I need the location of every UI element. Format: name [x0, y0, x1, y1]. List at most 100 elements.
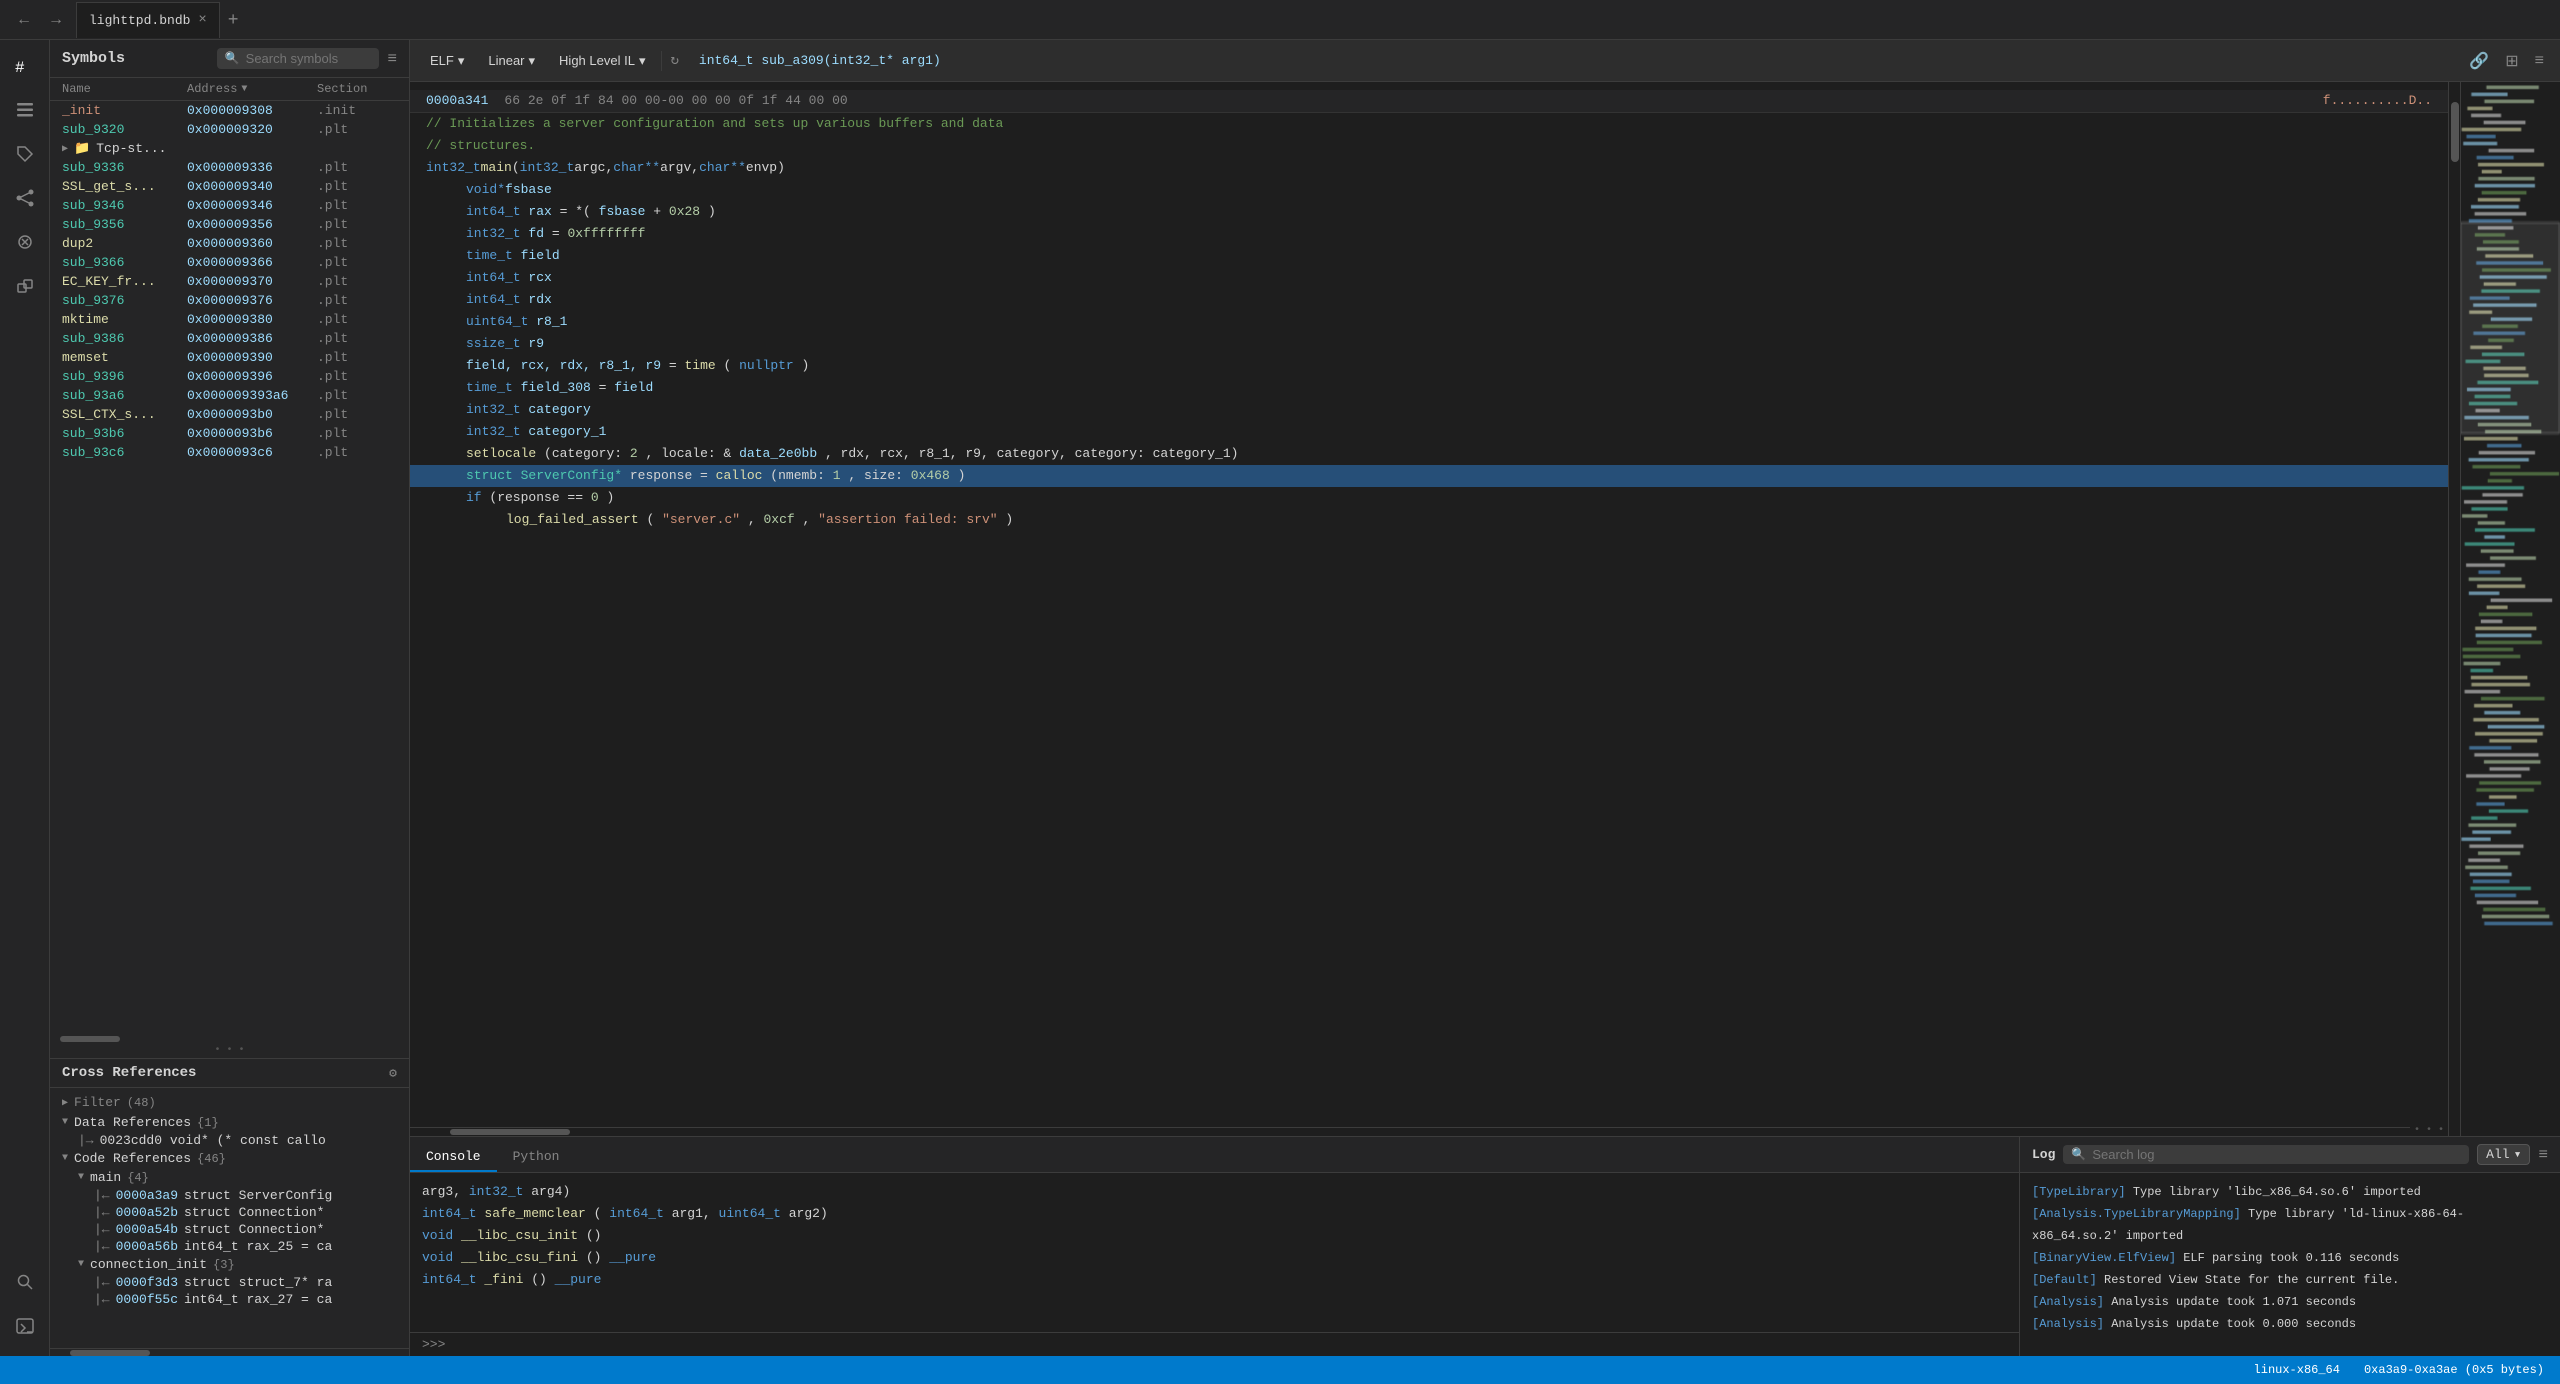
symbol-row-sub93c6[interactable]: sub_93c6 0x0000093c6 .plt	[50, 443, 409, 462]
sidebar-item-search[interactable]	[7, 1264, 43, 1300]
code-param2: argv,	[660, 158, 699, 178]
symbol-row-mktime[interactable]: mktime 0x000009380 .plt	[50, 310, 409, 329]
tab-lighttpd[interactable]: lighttpd.bndb ×	[76, 2, 220, 38]
cross-ref-settings-icon[interactable]: ⚙	[389, 1066, 397, 1081]
conn-ref-item-0[interactable]: |← 0000f3d3 struct struct_7* ra	[50, 1274, 409, 1291]
folder-row-tcp[interactable]: ▶ 📁 Tcp-st...	[50, 139, 409, 158]
sidebar-item-tag[interactable]	[7, 136, 43, 172]
tab-python[interactable]: Python	[497, 1143, 576, 1172]
xref-text: struct ServerConfig	[184, 1188, 332, 1203]
col-name-header[interactable]: Name	[62, 82, 187, 96]
link-icon-button[interactable]: 🔗	[2465, 47, 2493, 75]
data-ref-item-0[interactable]: |→ 0023cdd0 void* (* const callo	[50, 1132, 409, 1149]
symbol-row-memset[interactable]: memset 0x000009390 .plt	[50, 348, 409, 367]
refresh-icon[interactable]: ↻	[670, 52, 678, 69]
symbol-row-sub93a6[interactable]: sub_93a6 0x000009393a6 .plt	[50, 386, 409, 405]
tab-close-button[interactable]: ×	[198, 12, 206, 28]
log-search-box[interactable]: 🔍	[2063, 1145, 2469, 1164]
symbol-row-ssl-ctx[interactable]: SSL_CTX_s... 0x0000093b0 .plt	[50, 405, 409, 424]
symbols-search-input[interactable]	[246, 51, 372, 66]
cross-ref-content[interactable]: ▶ Filter (48) ▼ Data References {1} |→ 0…	[50, 1088, 409, 1348]
code-ref-item-0[interactable]: |← 0000a3a9 struct ServerConfig	[50, 1187, 409, 1204]
conn-ref-item-1[interactable]: |← 0000f55c int64_t rax_27 = ca	[50, 1291, 409, 1308]
log-tag: [Analysis]	[2032, 1317, 2104, 1331]
log-menu-button[interactable]: ≡	[2538, 1146, 2548, 1164]
code-hscroll-thumb[interactable]	[450, 1129, 570, 1135]
elf-dropdown-button[interactable]: ELF ▾	[422, 49, 472, 73]
symbols-list[interactable]: _init 0x000009308 .init sub_9320 0x00000…	[50, 101, 409, 1035]
console-content[interactable]: arg3, int32_t arg4) int64_t safe_memclea…	[410, 1173, 2019, 1332]
code-refs-header[interactable]: ▼ Code References {46}	[50, 1149, 409, 1168]
symbol-row-sub9366[interactable]: sub_9366 0x000009366 .plt	[50, 253, 409, 272]
folder-name: Tcp-st...	[96, 141, 166, 156]
filter-row[interactable]: ▶ Filter (48)	[50, 1092, 409, 1113]
symbol-row-sub9386[interactable]: sub_9386 0x000009386 .plt	[50, 329, 409, 348]
new-tab-button[interactable]: +	[220, 9, 247, 30]
symbol-row-sub9336[interactable]: sub_9336 0x000009336 .plt	[50, 158, 409, 177]
col-address-header[interactable]: Address ▼	[187, 82, 317, 96]
columns-icon-button[interactable]: ⊞	[2501, 47, 2522, 75]
log-text: ELF parsing took 0.116 seconds	[2183, 1251, 2399, 1265]
symbol-row-sub93b6[interactable]: sub_93b6 0x0000093b6 .plt	[50, 424, 409, 443]
code-ref-item-3[interactable]: |← 0000a56b int64_t rax_25 = ca	[50, 1238, 409, 1255]
cross-ref-hscrollbar[interactable]	[50, 1348, 409, 1356]
main-xref-header[interactable]: ▼ main {4}	[50, 1168, 409, 1187]
symbol-row-sub9396[interactable]: sub_9396 0x000009396 .plt	[50, 367, 409, 386]
log-search-input[interactable]	[2092, 1147, 2461, 1162]
code-line-calloc[interactable]: struct ServerConfig* response = calloc (…	[410, 465, 2448, 487]
log-filter-dropdown[interactable]: All ▾	[2477, 1144, 2530, 1165]
console-line-2: void __libc_csu_init ()	[422, 1225, 2007, 1247]
xref-left-arrow-icon: |←	[94, 1275, 110, 1290]
symbol-row-eckey[interactable]: EC_KEY_fr... 0x000009370 .plt	[50, 272, 409, 291]
code-hscrollbar[interactable]	[410, 1127, 2410, 1135]
code-comment-line-2: // structures.	[410, 135, 2448, 157]
code-vscrollbar[interactable]	[2448, 82, 2460, 1136]
console-text2: (	[594, 1206, 602, 1221]
sidebar-item-plugin[interactable]	[7, 268, 43, 304]
linear-dropdown-button[interactable]: Linear ▾	[480, 49, 543, 73]
symbol-row-sub9320[interactable]: sub_9320 0x000009320 .plt	[50, 120, 409, 139]
symbol-name: mktime	[62, 312, 187, 327]
code-ref-item-1[interactable]: |← 0000a52b struct Connection*	[50, 1204, 409, 1221]
console-line-1: int64_t safe_memclear ( int64_t arg1, ui…	[422, 1203, 2007, 1225]
connection-init-xref-header[interactable]: ▼ connection_init {3}	[50, 1255, 409, 1274]
code-ref-item-2[interactable]: |← 0000a54b struct Connection*	[50, 1221, 409, 1238]
sidebar-item-crossref[interactable]	[7, 180, 43, 216]
console-type: void	[422, 1228, 461, 1243]
console-input[interactable]	[453, 1337, 2007, 1352]
symbol-row-sub9376[interactable]: sub_9376 0x000009376 .plt	[50, 291, 409, 310]
symbol-row-ssl-get[interactable]: SSL_get_s... 0x000009340 .plt	[50, 177, 409, 196]
symbols-menu-icon[interactable]: ≡	[387, 50, 397, 68]
sidebar-item-debug[interactable]	[7, 224, 43, 260]
back-button[interactable]: ←	[8, 7, 40, 33]
sidebar-item-terminal[interactable]	[7, 1308, 43, 1344]
symbol-row-sub9346[interactable]: sub_9346 0x000009346 .plt	[50, 196, 409, 215]
console-keyword: __pure	[555, 1272, 602, 1287]
symbols-hscroll-thumb[interactable]	[60, 1036, 120, 1042]
minimap[interactable]	[2460, 82, 2560, 1136]
log-header: Log 🔍 All ▾ ≡	[2020, 1137, 2560, 1173]
symbol-row-init[interactable]: _init 0x000009308 .init	[50, 101, 409, 120]
symbol-row-dup2[interactable]: dup2 0x000009360 .plt	[50, 234, 409, 253]
cross-ref-hscroll-thumb[interactable]	[70, 1350, 150, 1356]
code-punct4: )	[958, 468, 966, 483]
code-content[interactable]: 0000a341 66 2e 0f 1f 84 00 00-00 00 00 0…	[410, 82, 2448, 1125]
menu-icon-button[interactable]: ≡	[2531, 48, 2548, 74]
code-area-wrap: 0000a341 66 2e 0f 1f 84 00 00-00 00 00 0…	[410, 82, 2560, 1136]
symbols-search-box[interactable]: 🔍	[217, 48, 380, 69]
forward-button[interactable]: →	[40, 7, 72, 33]
log-content[interactable]: [TypeLibrary] Type library 'libc_x86_64.…	[2020, 1173, 2560, 1356]
code-vscroll-thumb[interactable]	[2451, 102, 2459, 162]
code-punct4: )	[1005, 512, 1013, 527]
tab-console[interactable]: Console	[410, 1143, 497, 1172]
code-type: int64_t	[466, 270, 528, 285]
symbols-hscrollbar[interactable]	[50, 1035, 409, 1043]
code-type: int32_t	[466, 402, 528, 417]
console-tabs: Console Python	[410, 1137, 2019, 1173]
hlil-dropdown-button[interactable]: High Level IL ▾	[551, 49, 653, 73]
sidebar-item-hash[interactable]: #	[7, 48, 43, 84]
data-refs-header[interactable]: ▼ Data References {1}	[50, 1113, 409, 1132]
symbol-row-sub9356[interactable]: sub_9356 0x000009356 .plt	[50, 215, 409, 234]
sidebar-item-layers[interactable]	[7, 92, 43, 128]
col-section-header[interactable]: Section	[317, 82, 397, 96]
